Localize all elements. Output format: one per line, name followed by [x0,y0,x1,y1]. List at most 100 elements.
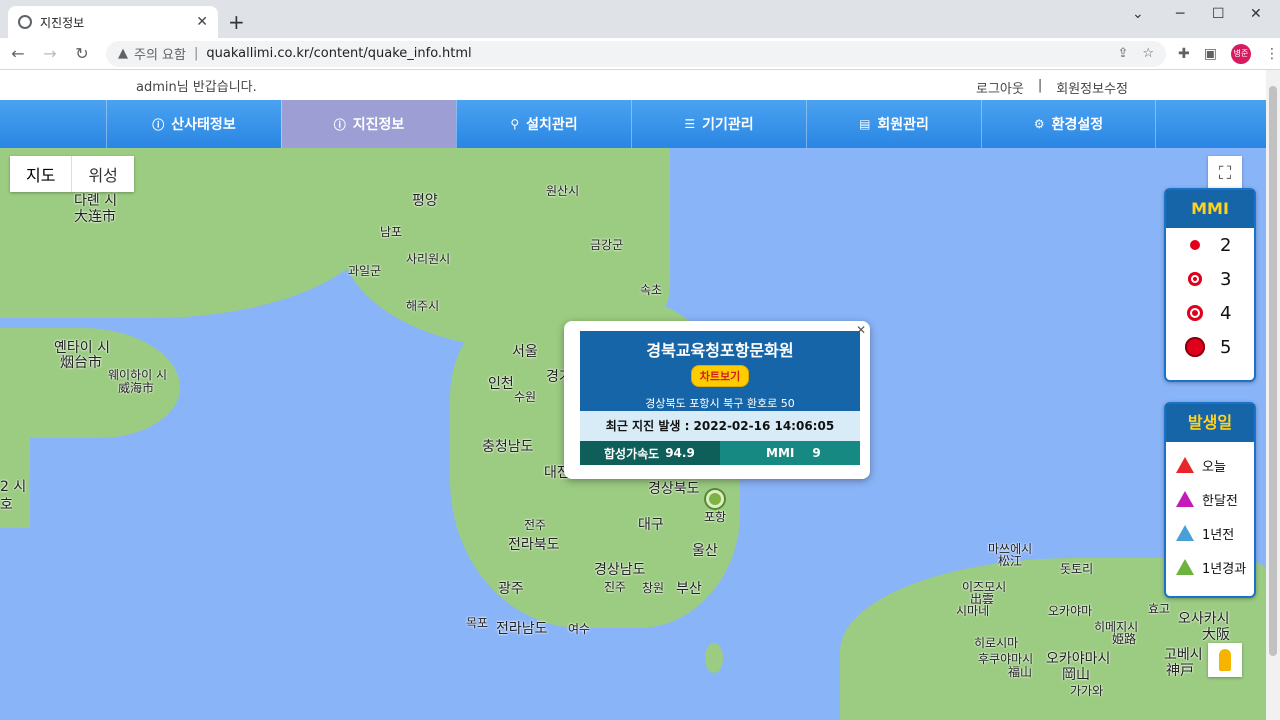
mmi-dot-icon [1190,240,1200,250]
map-label: 과일군 [348,264,382,278]
bookmark-star-icon[interactable]: ☆ [1142,46,1154,61]
nav-label: 설치관리 [526,117,578,133]
map-label: 포항 [704,510,727,524]
mmi-row: 5 [1166,330,1254,364]
tab-title: 지진정보 [40,15,85,30]
auth-links: 로그아웃 | 회원정보수정 [976,78,1128,97]
map-label: 사리원시 [406,252,451,266]
station-marker[interactable] [706,490,724,508]
map-label: 히로시마 [974,636,1019,650]
map-type-satellite-button[interactable]: 위성 [72,156,133,192]
close-tab-icon[interactable]: ✕ [196,14,208,30]
page-scrollbar[interactable] [1266,70,1280,720]
map-label: 大连市 [74,209,116,225]
tab-search-icon[interactable]: ⌄ [1132,6,1144,22]
fullscreen-button[interactable]: ⛶ [1208,156,1242,190]
map-label: 목포 [466,616,489,630]
tab-strip: 지진정보 ✕ + ⌄ ─ ☐ ✕ [0,0,1280,38]
reload-icon[interactable]: ↻ [68,44,96,63]
map-canvas[interactable]: 지도 위성 ⛶ 다롄 시 大连市 평양 원산시 남포 사리원시 금강군 과일군 … [0,148,1266,720]
mmi-row: 2 [1166,228,1254,262]
map-label: 효고 [1148,602,1171,616]
nav-label: 산사태정보 [171,117,236,133]
accel-value: 94.9 [665,446,695,460]
nav-member-management[interactable]: ▤ 회원관리 [806,100,981,148]
date-legend-row: 1년전 [1166,516,1254,550]
nav-label: 환경설정 [1051,117,1104,133]
accel-label: 합성가속도 [604,446,660,461]
security-status: 주의 요함 [134,48,186,63]
nav-landslide-info[interactable]: ⓘ 산사태정보 [106,100,281,148]
minimize-button[interactable]: ─ [1176,6,1184,22]
popup-stats: 합성가속도 94.9 MMI 9 [580,441,860,465]
greeting-text: admin님 반갑습니다. [136,80,257,95]
map-label: 금강군 [590,238,624,252]
nav-label: 지진정보 [352,117,405,133]
station-name: 경북교육청포항문화원 [646,341,794,360]
side-panel-icon[interactable]: ▣ [1204,46,1217,62]
map-label: 威海市 [118,381,155,395]
map-label: 福山 [1008,665,1033,679]
menu-icon[interactable]: ⋮ [1265,46,1279,62]
close-window-button[interactable]: ✕ [1250,6,1262,22]
map-label: 경상남도 [594,562,646,578]
station-info-popup: ✕ 경북교육청포항문화원 차트보기 경상북도 포항시 북구 환호로 50 최근 … [564,321,870,479]
nav-settings[interactable]: ⚙ 환경설정 [981,100,1156,148]
share-icon[interactable]: ⇪ [1117,46,1128,61]
map-label: 전라남도 [496,621,548,637]
date-legend-title: 발생일 [1166,404,1254,442]
url-text: quakallimi.co.kr/content/quake_info.html [206,46,472,61]
map-label: 전주 [524,518,547,532]
date-legend: 발생일 오늘 한달전 1년전 1년경과 [1164,402,1256,598]
nav-install-management[interactable]: ⚲ 설치관리 [456,100,631,148]
map-label: 충청남도 [482,439,534,455]
map-label: 진주 [604,580,627,594]
blue-triangle-icon [1176,525,1194,541]
map-label: 수원 [514,390,537,404]
nav-label: 회원관리 [877,117,929,133]
browser-toolbar: ← → ↻ ▲ 주의 요함 | quakallimi.co.kr/content… [0,38,1280,70]
map-label: 姫路 [1112,632,1137,646]
site-topbar: admin님 반갑습니다. 로그아웃 | 회원정보수정 [0,70,1280,100]
view-chart-button[interactable]: 차트보기 [690,365,750,387]
mmi-stat: MMI 9 [720,441,860,465]
nav-device-management[interactable]: ☰ 기기관리 [631,100,806,148]
map-label: 烟台市 [60,355,102,371]
map-label: 神戸 [1166,663,1194,679]
map-label: 돗토리 [1060,562,1094,576]
street-view-pegman-icon[interactable] [1208,643,1242,677]
profile-edit-link[interactable]: 회원정보수정 [1056,78,1128,97]
new-tab-button[interactable]: + [228,10,245,34]
red-triangle-icon [1176,457,1194,473]
map-label: 시마네 [956,604,990,618]
map-type-map-button[interactable]: 지도 [10,156,73,192]
mmi-value: 9 [812,446,821,460]
extensions-icon[interactable]: ✚ [1178,46,1190,62]
map-label: 2 시 [0,479,27,495]
mmi-label: MMI [766,446,795,460]
map-label: 경상북도 [648,481,700,497]
logout-link[interactable]: 로그아웃 [976,78,1024,97]
map-label: 남포 [380,225,403,239]
forward-icon[interactable]: → [36,44,64,63]
mmi-dot-icon [1185,337,1205,357]
maximize-button[interactable]: ☐ [1212,6,1225,22]
address-bar[interactable]: ▲ 주의 요함 | quakallimi.co.kr/content/quake… [106,40,1166,67]
globe-icon [18,15,32,29]
map-label: 오카야마 [1048,604,1093,618]
profile-avatar[interactable]: 병준 [1230,43,1251,64]
nav-earthquake-info[interactable]: ⓘ 지진정보 [281,100,456,148]
station-address: 경상북도 포항시 북구 환호로 50 [645,397,795,410]
map-label: 대구 [638,517,664,533]
map-label: 창원 [642,581,665,595]
popup-card: 경북교육청포항문화원 차트보기 경상북도 포항시 북구 환호로 50 최근 지진… [580,331,860,465]
map-label: 울산 [692,543,718,559]
land-jeju [705,643,723,673]
gear-icon: ⚙ [1033,117,1045,131]
map-label: 속초 [640,283,663,297]
browser-tab[interactable]: 지진정보 ✕ [8,6,218,38]
map-label: 가가와 [1070,684,1104,698]
back-icon[interactable]: ← [4,44,32,63]
id-card-icon: ▤ [859,117,871,131]
mmi-legend: MMI 2 3 4 5 [1164,188,1256,382]
